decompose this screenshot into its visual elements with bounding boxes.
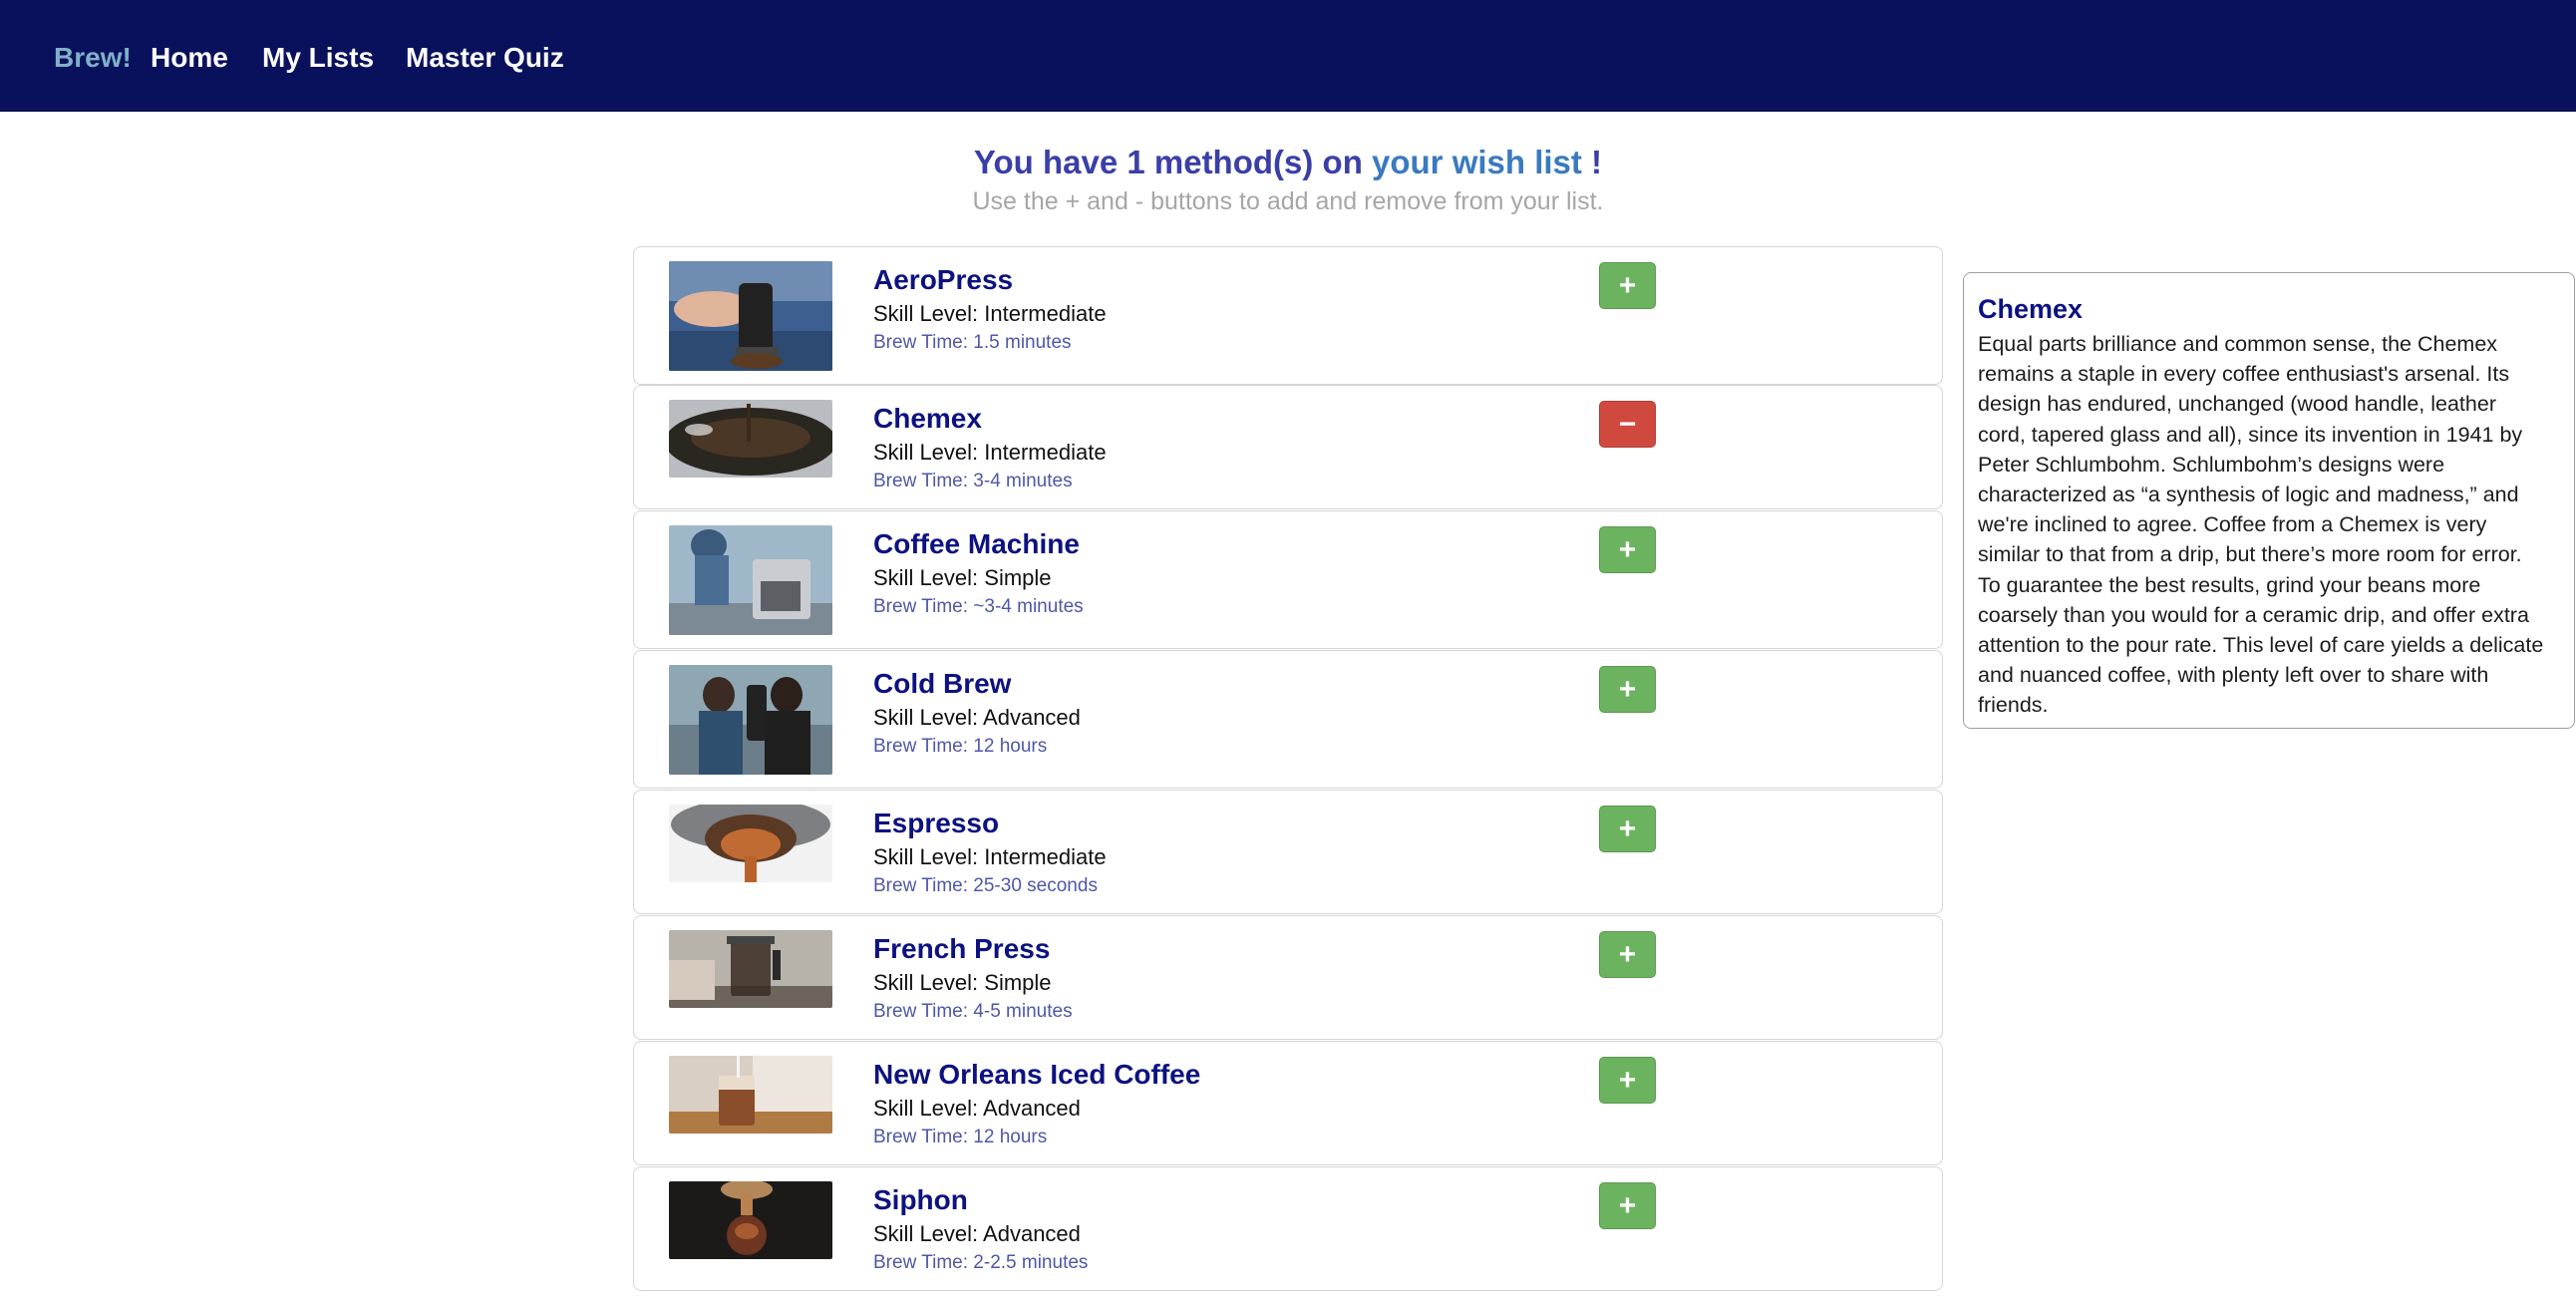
siphon-photo [669, 1181, 832, 1259]
method-skill-level: Skill Level: Intermediate [873, 301, 1107, 326]
aeropress-photo [669, 261, 832, 371]
detail-line: Peter Schlumbohm. Schlumbohm’s designs w… [1978, 452, 2445, 477]
method-name[interactable]: French Press [873, 932, 1050, 966]
detail-title: Chemex [1978, 294, 2084, 324]
detail-line: design has endured, unchanged (wood hand… [1978, 392, 2496, 417]
detail-line: characterized as “a synthesis of logic a… [1978, 483, 2519, 507]
method-card-chemex: Chemex Skill Level: Intermediate Brew Ti… [633, 385, 1943, 509]
method-card-new-orleans-iced-coffee: New Orleans Iced Coffee Skill Level: Adv… [633, 1041, 1943, 1165]
add-to-list-button[interactable]: + [1599, 1182, 1656, 1229]
method-brew-time: Brew Time: 3-4 minutes [873, 471, 1073, 491]
method-skill-level: Skill Level: Advanced [873, 1221, 1081, 1246]
detail-line: Equal parts brilliance and common sense,… [1978, 332, 2498, 356]
detail-line: friends. [1978, 693, 2049, 718]
add-to-list-button[interactable]: + [1599, 806, 1656, 852]
chemex-photo [669, 400, 832, 478]
method-card-coffee-machine: Coffee Machine Skill Level: Simple Brew … [633, 510, 1943, 649]
method-detail-panel: Chemex Equal parts brilliance and common… [1963, 272, 2575, 729]
espresso-photo [669, 805, 832, 882]
coffee-machine-photo [669, 525, 832, 635]
method-name[interactable]: New Orleans Iced Coffee [873, 1058, 1200, 1092]
navbar: Brew! Home My Lists Master Quiz [0, 0, 2576, 112]
method-card-french-press: French Press Skill Level: Simple Brew Ti… [633, 915, 1943, 1040]
heading-prefix: You have 1 method(s) on [973, 144, 1373, 180]
detail-line: attention to the pour rate. This level o… [1978, 633, 2544, 658]
method-skill-level: Skill Level: Intermediate [873, 440, 1107, 465]
method-brew-time: Brew Time: 1.5 minutes [873, 332, 1072, 353]
instructions-text: Use the + and - buttons to add and remov… [972, 187, 1604, 215]
method-skill-level: Skill Level: Simple [873, 565, 1052, 590]
method-brew-time: Brew Time: 12 hours [873, 1127, 1048, 1147]
method-skill-level: Skill Level: Advanced [873, 705, 1081, 730]
method-brew-time: Brew Time: 12 hours [873, 736, 1048, 757]
remove-from-list-button[interactable]: − [1599, 401, 1656, 448]
method-card-cold-brew: Cold Brew Skill Level: Advanced Brew Tim… [633, 650, 1943, 789]
detail-line: cord, tapered glass and all), since its … [1978, 422, 2523, 447]
method-brew-time: Brew Time: 2-2.5 minutes [873, 1252, 1089, 1273]
detail-line: we're inclined to agree. Coffee from a C… [1978, 512, 2487, 537]
method-name[interactable]: Coffee Machine [873, 527, 1080, 561]
method-brew-time: Brew Time: ~3-4 minutes [873, 596, 1084, 617]
method-card-siphon: Siphon Skill Level: Advanced Brew Time: … [633, 1166, 1943, 1291]
detail-line: coarsely than you would for a ceramic dr… [1978, 602, 2529, 627]
method-name[interactable]: Siphon [873, 1183, 968, 1217]
method-name[interactable]: Cold Brew [873, 667, 1011, 701]
detail-line: remains a staple in every coffee enthusi… [1978, 362, 2510, 387]
wish-list-link[interactable]: your wish list [1372, 144, 1582, 180]
french-press-photo [669, 930, 832, 1008]
brand-logo[interactable]: Brew! [54, 40, 132, 76]
method-brew-time: Brew Time: 25-30 seconds [873, 875, 1098, 896]
add-to-list-button[interactable]: + [1599, 1057, 1656, 1104]
method-card-espresso: Espresso Skill Level: Intermediate Brew … [633, 790, 1943, 914]
method-skill-level: Skill Level: Simple [873, 970, 1052, 995]
add-to-list-button[interactable]: + [1599, 931, 1656, 978]
method-name[interactable]: Espresso [873, 807, 999, 840]
nav-master-quiz-link[interactable]: Master Quiz [406, 40, 564, 76]
method-name[interactable]: AeroPress [873, 263, 1013, 297]
method-skill-level: Skill Level: Intermediate [873, 844, 1107, 869]
detail-description: Equal parts brilliance and common sense,… [1978, 329, 2566, 721]
detail-line: and nuanced coffee, with plenty left ove… [1978, 663, 2489, 688]
cold-brew-photo [669, 665, 832, 775]
heading-suffix: ! [1581, 144, 1603, 180]
wish-list-heading: You have 1 method(s) on your wish list ! [0, 142, 2576, 183]
nav-home-link[interactable]: Home [151, 40, 228, 76]
detail-line: To guarantee the best results, grind you… [1978, 572, 2481, 597]
detail-line: similar to that from a drip, but there’s… [1978, 542, 2522, 567]
method-name[interactable]: Chemex [873, 402, 982, 436]
method-brew-time: Brew Time: 4-5 minutes [873, 1001, 1073, 1022]
method-skill-level: Skill Level: Advanced [873, 1096, 1081, 1121]
method-card-aeropress: AeroPress Skill Level: Intermediate Brew… [633, 246, 1943, 385]
new-orleans-iced-coffee-photo [669, 1056, 832, 1134]
nav-my-lists-link[interactable]: My Lists [262, 40, 374, 76]
add-to-list-button[interactable]: + [1599, 666, 1656, 713]
add-to-list-button[interactable]: + [1599, 526, 1656, 573]
add-to-list-button[interactable]: + [1599, 262, 1656, 309]
